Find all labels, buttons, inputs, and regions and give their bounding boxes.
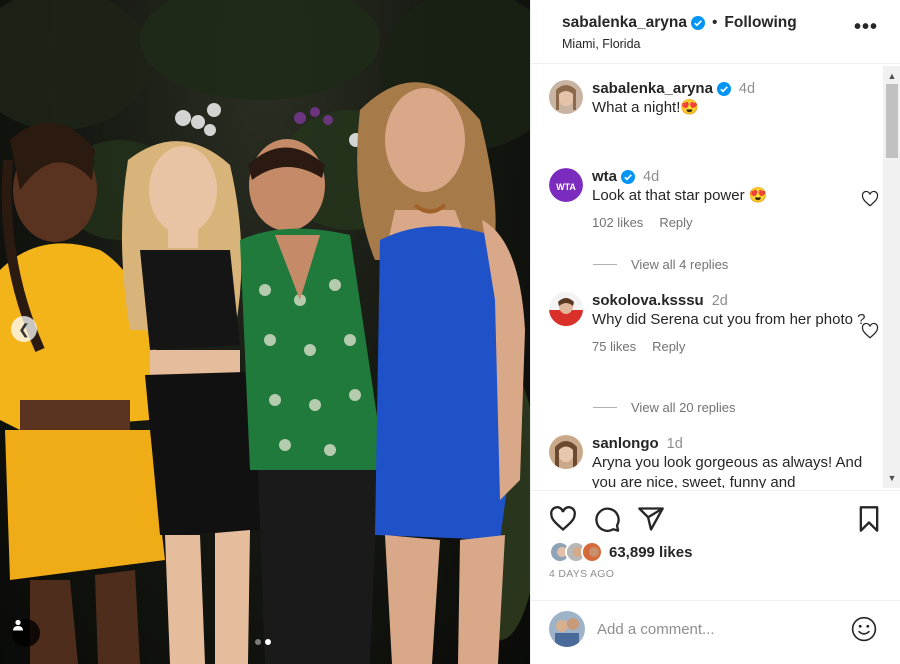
avatar[interactable]: [549, 292, 583, 326]
comment-username[interactable]: sanlongo: [592, 435, 659, 452]
svg-text:WTA: WTA: [556, 182, 576, 192]
carousel-indicator: [255, 639, 271, 645]
comment-likes[interactable]: 102 likes: [592, 215, 643, 230]
heart-icon[interactable]: [549, 505, 577, 533]
comment-input[interactable]: [597, 618, 837, 640]
avatar[interactable]: [549, 435, 583, 469]
caption-username[interactable]: sabalenka_aryna: [592, 80, 713, 97]
header-separator: •: [711, 14, 718, 31]
user-tag-button[interactable]: [12, 619, 40, 647]
share-icon[interactable]: [637, 505, 665, 533]
user-tag-icon: [13, 619, 23, 631]
carousel-dot: [255, 639, 261, 645]
caption-time[interactable]: 4d: [739, 81, 755, 97]
comment-text: Aryna you look gorgeous as always! And y…: [592, 454, 863, 488]
view-replies-button[interactable]: View all 4 replies: [593, 257, 728, 272]
verified-icon: [716, 81, 731, 96]
comment-item: sokolova.ksssu 2d Why did Serena cut you…: [549, 292, 879, 354]
comment-likes[interactable]: 75 likes: [592, 339, 636, 354]
bookmark-icon[interactable]: [855, 505, 883, 533]
emoji-icon[interactable]: [851, 616, 877, 642]
verified-icon: [621, 169, 636, 184]
comment-time[interactable]: 4d: [643, 169, 659, 185]
caption-text: What a night!😍: [592, 99, 700, 116]
post-location[interactable]: Miami, Florida: [562, 37, 884, 51]
comment-time[interactable]: 2d: [712, 293, 728, 309]
scroll-down-arrow[interactable]: ▼: [883, 470, 900, 486]
heart-icon[interactable]: [861, 322, 879, 340]
likes-summary[interactable]: 63,899 likes: [549, 541, 692, 563]
view-replies-label: View all 4 replies: [631, 257, 729, 272]
comment-time[interactable]: 1d: [667, 436, 683, 452]
verified-icon: [690, 16, 705, 30]
comment-item: WTA wta 4d Look at that star power 😍 102…: [549, 168, 879, 230]
scroll-up-arrow[interactable]: ▲: [883, 68, 900, 84]
post-date[interactable]: 4 DAYS AGO: [549, 568, 614, 580]
carousel-prev-button[interactable]: ❮: [11, 316, 37, 342]
following-button[interactable]: Following: [724, 14, 796, 32]
more-options-button[interactable]: •••: [854, 17, 878, 37]
scrollbar-thumb[interactable]: [886, 84, 898, 158]
post-caption: sabalenka_aryna 4d What a night!😍: [549, 80, 879, 118]
likes-count[interactable]: 63,899 likes: [609, 544, 692, 561]
post-actions: 63,899 likes 4 DAYS AGO: [531, 490, 900, 580]
carousel-dot-active: [265, 639, 271, 645]
more-icon: •••: [853, 16, 878, 38]
avatar[interactable]: [549, 80, 583, 114]
heart-icon[interactable]: [861, 190, 879, 208]
view-replies-button[interactable]: View all 20 replies: [593, 400, 736, 415]
reply-button[interactable]: Reply: [652, 339, 685, 354]
comment-item: sanlongo 1d Aryna you look gorgeous as a…: [549, 435, 879, 488]
comment-composer: [531, 600, 900, 664]
comment-username[interactable]: sokolova.ksssu: [592, 292, 704, 309]
current-user-avatar: [549, 611, 585, 647]
reply-button[interactable]: Reply: [659, 215, 692, 230]
replies-divider: [593, 264, 617, 265]
chevron-left-icon: ❮: [18, 320, 30, 337]
replies-divider: [593, 407, 617, 408]
post-header: sabalenka_aryna • Following Miami, Flori…: [531, 0, 900, 64]
comment-text: Why did Serena cut you from her photo ?: [592, 311, 866, 328]
avatar[interactable]: WTA: [549, 168, 583, 202]
view-replies-label: View all 20 replies: [631, 400, 736, 415]
photo-illustration: [0, 0, 530, 664]
post-sidebar: sabalenka_aryna • Following Miami, Flori…: [530, 0, 900, 664]
post-photo[interactable]: ❮: [0, 0, 530, 664]
comments-list[interactable]: sabalenka_aryna 4d What a night!😍 WTA wt…: [531, 66, 883, 488]
avatar: [581, 541, 603, 563]
comment-username[interactable]: wta: [592, 168, 617, 185]
comment-icon[interactable]: [593, 505, 621, 533]
comment-text: Look at that star power 😍: [592, 187, 768, 204]
author-username[interactable]: sabalenka_aryna: [562, 14, 687, 32]
comments-scrollbar[interactable]: ▲ ▼: [883, 66, 900, 488]
